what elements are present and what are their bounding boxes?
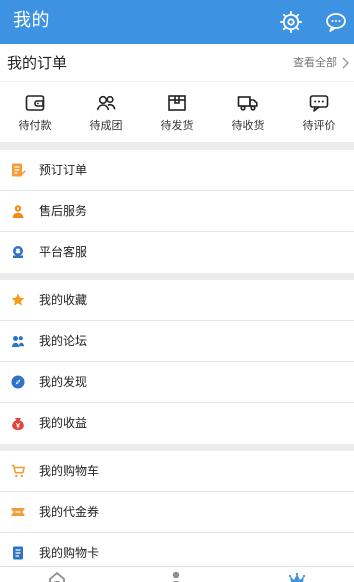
menu-item-label: 我的收藏 [39,293,88,307]
card-icon [13,546,23,560]
wallet-icon [25,95,45,111]
service-section: 预订订单 售后服务 平台客服 [0,150,354,273]
order-status-label: 待付款 [18,119,52,132]
menu-item-label: 平台客服 [39,245,88,259]
home-icon[interactable] [47,569,67,582]
truck-icon [237,96,258,111]
menu-item-after-sales[interactable]: 售后服务 [0,191,354,232]
menu-item-platform-support[interactable]: 平台客服 [0,232,354,273]
order-status-pending-payment[interactable]: 待付款 [0,82,70,142]
menu-item-label: 我的论坛 [39,334,88,348]
order-status-group-pending[interactable]: 待成团 [71,82,141,142]
discover-icon [11,375,25,389]
after-sales-icon [12,205,24,218]
voucher-icon [11,508,25,516]
order-status-label: 待成团 [89,119,123,132]
shopping-section: 我的购物车 我的代金券 我的购物卡 [0,451,354,566]
menu-item-label: 我的收益 [39,416,88,430]
forum-icon [11,336,25,347]
social-section: 我的收藏 我的论坛 我的发现 我的收益 [0,280,354,444]
view-all-orders-link[interactable]: 查看全部 [293,54,349,72]
order-status-label: 待收货 [231,119,265,132]
box-icon [168,95,186,111]
orders-card: 我的订单 查看全部 待付款 待成团 待发货 待收货 待评价 [0,44,354,142]
menu-item-discover[interactable]: 我的发现 [0,362,354,403]
order-status-label: 待评价 [302,119,336,132]
view-all-label: 查看全部 [293,56,337,69]
orders-header: 我的订单 查看全部 [0,44,354,82]
menu-item-reservation-orders[interactable]: 预订订单 [0,150,354,191]
settings-gear-icon[interactable] [279,10,303,34]
crown-icon[interactable] [287,569,307,582]
app-header: 我的 [0,0,354,44]
chevron-right-icon [342,57,349,69]
order-status-row: 待付款 待成团 待发货 待收货 待评价 [0,82,354,142]
order-status-awaiting-shipment[interactable]: 待发货 [142,82,212,142]
menu-item-label: 我的购物车 [39,464,100,478]
reservation-icon [12,163,26,177]
menu-item-label: 我的发现 [39,375,88,389]
orders-title: 我的订单 [7,54,68,72]
group-icon [96,95,116,111]
menu-item-label: 预订订单 [39,163,88,177]
user-icon[interactable] [166,569,186,582]
bottom-navigation [0,566,354,582]
message-bubble-icon[interactable] [324,10,348,34]
menu-item-forum[interactable]: 我的论坛 [0,321,354,362]
order-status-awaiting-receipt[interactable]: 待收货 [213,82,283,142]
my-account-page: 我的 我的订单 查看全部 待付款 待成团 待发货 待收货 待评价 预订订单 售后… [0,0,354,582]
menu-item-earnings[interactable]: 我的收益 [0,403,354,444]
order-status-label: 待发货 [160,119,194,132]
menu-item-favorites[interactable]: 我的收藏 [0,280,354,321]
menu-item-shopping-cart[interactable]: 我的购物车 [0,451,354,492]
menu-item-label: 我的代金券 [39,505,100,519]
cart-icon [11,464,25,478]
menu-item-label: 我的购物卡 [39,546,100,560]
customer-service-icon [13,246,23,258]
menu-item-vouchers[interactable]: 我的代金券 [0,492,354,533]
comment-icon [309,95,329,112]
page-title: 我的 [13,10,50,31]
earnings-icon [12,418,24,430]
menu-item-label: 售后服务 [39,204,88,218]
order-status-to-review[interactable]: 待评价 [284,82,354,142]
star-icon [11,293,25,306]
